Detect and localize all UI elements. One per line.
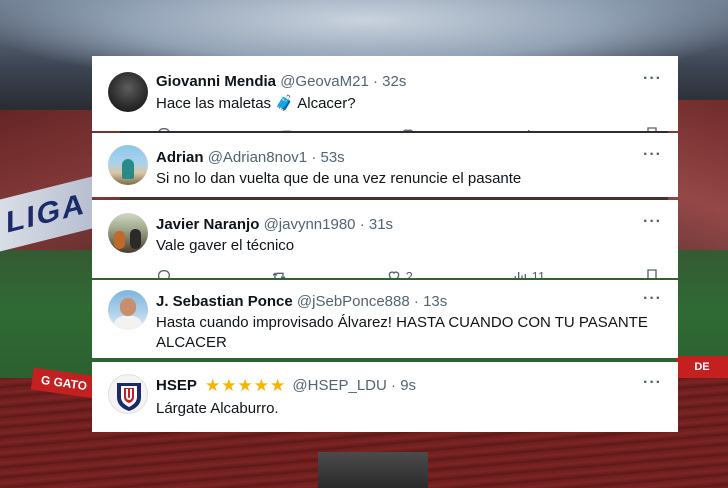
reply-text: Hace las maletas 🧳 Alcacer? [156, 95, 356, 112]
like-button[interactable] [400, 126, 416, 131]
reply-text: Si no lo dan vuelta que de una vez renun… [156, 170, 522, 187]
views-icon [514, 272, 526, 278]
separator: · [355, 216, 369, 233]
like-button[interactable]: 2 [386, 268, 413, 278]
display-name[interactable]: Adrian [156, 149, 204, 166]
avatar-face [120, 298, 136, 316]
timestamp[interactable]: 32s [382, 73, 406, 90]
reply-button[interactable] [156, 126, 172, 131]
separator: · [307, 149, 321, 166]
views-button[interactable] [522, 126, 538, 131]
retweet-button[interactable] [278, 126, 294, 131]
reply-header: Javier Naranjo @javynn1980 · 31s [156, 215, 393, 234]
display-name[interactable]: HSEP [156, 377, 197, 394]
avatar[interactable] [108, 72, 148, 112]
reply-card[interactable]: J. Sebastian Ponce @jSebPonce888 · 13s ·… [92, 280, 678, 358]
views-button[interactable]: 11 [512, 268, 546, 279]
display-name[interactable]: Javier Naranjo [156, 216, 259, 233]
retweet-icon [281, 130, 291, 131]
reply-text: Vale gaver el técnico [156, 237, 295, 254]
avatar-body [114, 316, 142, 330]
ldu-crest-icon [117, 383, 141, 411]
star-emojis: ★★★★★ [205, 376, 287, 395]
timestamp[interactable]: 9s [400, 377, 416, 394]
user-handle[interactable]: @GeovaM21 [280, 73, 369, 90]
bookmark-icon [647, 269, 657, 278]
bookmark-icon [647, 127, 657, 131]
avatar[interactable] [108, 290, 148, 330]
action-bar [156, 126, 660, 131]
reply-text: Hasta cuando improvisado Álvarez! HASTA … [156, 314, 648, 351]
view-count: 11 [531, 268, 546, 279]
reply-card[interactable]: Adrian @Adrian8nov1 · 53s ··· Si no lo d… [92, 133, 678, 197]
retweet-icon [272, 272, 286, 278]
bookmark-button[interactable] [644, 126, 660, 131]
more-options-icon[interactable]: ··· [643, 374, 662, 392]
heart-icon [403, 129, 413, 131]
avatar-figure [114, 231, 125, 249]
separator: · [409, 293, 424, 310]
user-handle[interactable]: @Adrian8nov1 [208, 149, 307, 166]
more-options-icon[interactable]: ··· [643, 146, 662, 164]
bookmark-button[interactable] [644, 268, 660, 278]
timestamp[interactable]: 53s [321, 149, 345, 166]
reply-icon [158, 128, 170, 131]
display-name[interactable]: J. Sebastian Ponce [156, 293, 293, 310]
reply-card[interactable]: Javier Naranjo @javynn1980 · 31s ··· Val… [92, 200, 678, 278]
ad-banner-right: DE [676, 356, 728, 378]
action-bar: 2 11 [156, 268, 660, 278]
timestamp[interactable]: 31s [369, 216, 393, 233]
reply-card[interactable]: HSEP ★★★★★ @HSEP_LDU · 9s ··· Lárgate Al… [92, 362, 678, 432]
reply-header: HSEP ★★★★★ @HSEP_LDU · 9s [156, 376, 416, 395]
reply-icon [157, 270, 170, 278]
players-tunnel [318, 452, 428, 488]
reply-card[interactable]: Giovanni Mendia @GeovaM21 · 32s ··· Hace… [92, 56, 678, 131]
reply-text: Lárgate Alcaburro. [156, 400, 279, 417]
timestamp[interactable]: 13s [423, 293, 447, 310]
more-options-icon[interactable]: ··· [643, 70, 662, 88]
views-icon [528, 130, 530, 131]
retweet-button[interactable] [271, 268, 287, 278]
user-handle[interactable]: @jSebPonce888 [297, 293, 410, 310]
reply-header: Adrian @Adrian8nov1 · 53s [156, 148, 345, 167]
user-handle[interactable]: @HSEP_LDU [292, 377, 386, 394]
reply-header: J. Sebastian Ponce @jSebPonce888 · 13s [156, 292, 447, 311]
like-count: 2 [405, 268, 413, 279]
reply-header: Giovanni Mendia @GeovaM21 · 32s [156, 72, 406, 91]
avatar[interactable] [108, 145, 148, 185]
heart-icon [388, 271, 399, 278]
reply-button[interactable] [156, 268, 172, 278]
display-name[interactable]: Giovanni Mendia [156, 73, 276, 90]
separator: · [386, 377, 401, 394]
user-handle[interactable]: @javynn1980 [264, 216, 356, 233]
avatar[interactable] [108, 213, 148, 253]
more-options-icon[interactable]: ··· [643, 290, 662, 308]
avatar-figure [122, 159, 134, 179]
avatar-figure [130, 229, 141, 249]
avatar[interactable] [108, 374, 148, 414]
more-options-icon[interactable]: ··· [643, 213, 662, 231]
separator: · [368, 73, 383, 90]
